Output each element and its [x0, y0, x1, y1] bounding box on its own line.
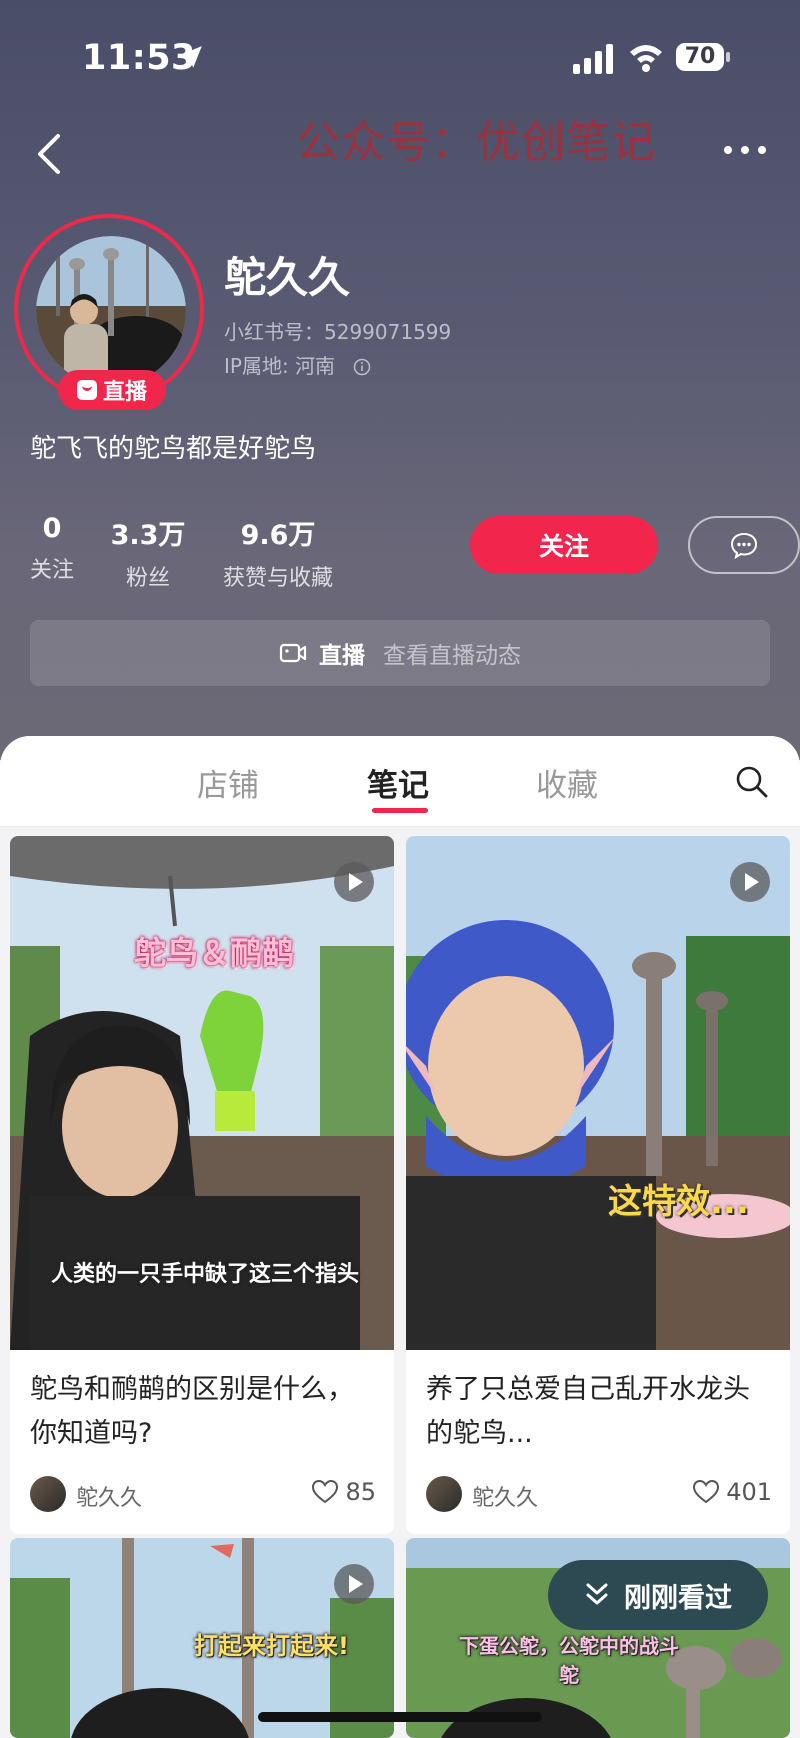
- stat-value: 9.6万: [240, 520, 316, 551]
- note-title: 养了只总爱自己乱开水龙头的鸵鸟...: [426, 1374, 750, 1449]
- thumbnail-caption: 打起来打起来!: [194, 1632, 349, 1660]
- home-indicator[interactable]: [258, 1712, 542, 1722]
- heart-icon: [312, 1479, 339, 1504]
- author-avatar[interactable]: [30, 1476, 66, 1512]
- video-play-icon: [334, 862, 374, 902]
- thumbnail-caption: 这特效...: [608, 1182, 749, 1222]
- avatar[interactable]: [36, 236, 186, 386]
- note-card[interactable]: 打起来打起来!: [10, 1538, 394, 1738]
- live-badge-label: 直播: [102, 380, 147, 405]
- stat-likes-collects[interactable]: 9.6万 获赞与收藏: [218, 513, 338, 592]
- live-bag-icon: [76, 380, 97, 400]
- note-thumbnail: 鸵鸟＆鸸鹋 人类的一只手中缺了这三个指头: [10, 836, 394, 1350]
- ip-location-text: IP属地: 河南: [224, 354, 336, 378]
- chat-bubble-icon: [730, 532, 758, 559]
- live-bar-subtitle: 查看直播动态: [383, 643, 521, 669]
- location-arrow-icon: [180, 46, 202, 68]
- note-author[interactable]: 鸵久久: [472, 1480, 538, 1512]
- note-card[interactable]: 鸵鸟＆鸸鹋 人类的一只手中缺了这三个指头 鸵鸟和鸸鹋的区别是什么，你知道吗? 鸵…: [10, 836, 394, 1534]
- note-thumbnail: 打起来打起来!: [10, 1538, 394, 1738]
- redbook-id[interactable]: 小红书号：5299071599: [224, 316, 451, 345]
- profile-name: 鸵久久: [224, 253, 351, 302]
- stat-following[interactable]: 0 关注: [28, 513, 76, 584]
- message-button[interactable]: [688, 516, 800, 574]
- note-footer: 鸵久久 401: [406, 1460, 790, 1534]
- recently-viewed-label: 刚刚看过: [624, 1582, 732, 1614]
- heart-icon: [693, 1479, 720, 1504]
- stat-label: 获赞与收藏: [222, 566, 333, 591]
- ip-location: IP属地: 河南: [224, 350, 371, 379]
- more-options-icon[interactable]: [722, 140, 768, 160]
- battery-indicator: 70: [676, 43, 730, 73]
- active-tab-indicator: [372, 808, 428, 813]
- like-count[interactable]: 85: [311, 1478, 376, 1506]
- video-play-icon: [334, 1564, 374, 1604]
- like-count[interactable]: 401: [692, 1478, 772, 1506]
- stat-followers[interactable]: 3.3万 粉丝: [104, 513, 192, 592]
- battery-level: 70: [684, 44, 716, 69]
- tab-shop[interactable]: 店铺: [197, 760, 259, 805]
- info-icon[interactable]: [353, 358, 371, 376]
- back-arrow-icon[interactable]: [34, 130, 64, 178]
- recently-viewed-button[interactable]: 刚刚看过: [548, 1560, 768, 1630]
- author-avatar[interactable]: [426, 1476, 462, 1512]
- like-count-value: 401: [726, 1478, 772, 1506]
- video-play-icon: [730, 862, 770, 902]
- double-chevron-down-icon: [586, 1583, 608, 1605]
- note-card[interactable]: 这特效... 养了只总爱自己乱开水龙头的鸵鸟... 鸵久久 401: [406, 836, 790, 1534]
- live-badge[interactable]: 直播: [58, 370, 166, 410]
- thumbnail-caption: 下蛋公鸵，公鸵中的战斗鸵: [459, 1634, 679, 1687]
- search-icon[interactable]: [734, 764, 770, 800]
- tab-notes[interactable]: 笔记: [367, 760, 429, 805]
- note-thumbnail: 这特效...: [406, 836, 790, 1350]
- tab-collections[interactable]: 收藏: [536, 760, 598, 805]
- note-footer: 鸵久久 85: [10, 1460, 394, 1534]
- note-title: 鸵鸟和鸸鹋的区别是什么，你知道吗?: [30, 1374, 354, 1449]
- thumbnail-subtitle: 人类的一只手中缺了这三个指头: [50, 1262, 359, 1287]
- stat-value: 3.3万: [110, 520, 186, 551]
- like-count-value: 85: [345, 1478, 376, 1506]
- stat-value: 0: [42, 513, 62, 544]
- stat-label: 关注: [29, 558, 74, 583]
- tab-bar: 店铺 笔记 收藏: [0, 736, 800, 827]
- watermark-text: 公众号：优创笔记: [296, 117, 656, 168]
- cellular-signal-icon: [573, 44, 613, 74]
- camera-icon: [279, 643, 307, 663]
- thumbnail-caption: 鸵鸟＆鸸鹋: [134, 934, 295, 972]
- wifi-icon: [630, 45, 662, 72]
- profile-bio: 鸵飞飞的鸵鸟都是好鸵鸟: [30, 434, 317, 464]
- live-bar[interactable]: 直播 查看直播动态: [30, 620, 770, 686]
- stat-label: 粉丝: [125, 566, 170, 591]
- note-author[interactable]: 鸵久久: [76, 1480, 142, 1512]
- follow-button[interactable]: 关注: [470, 516, 658, 574]
- live-bar-label: 直播: [319, 643, 365, 669]
